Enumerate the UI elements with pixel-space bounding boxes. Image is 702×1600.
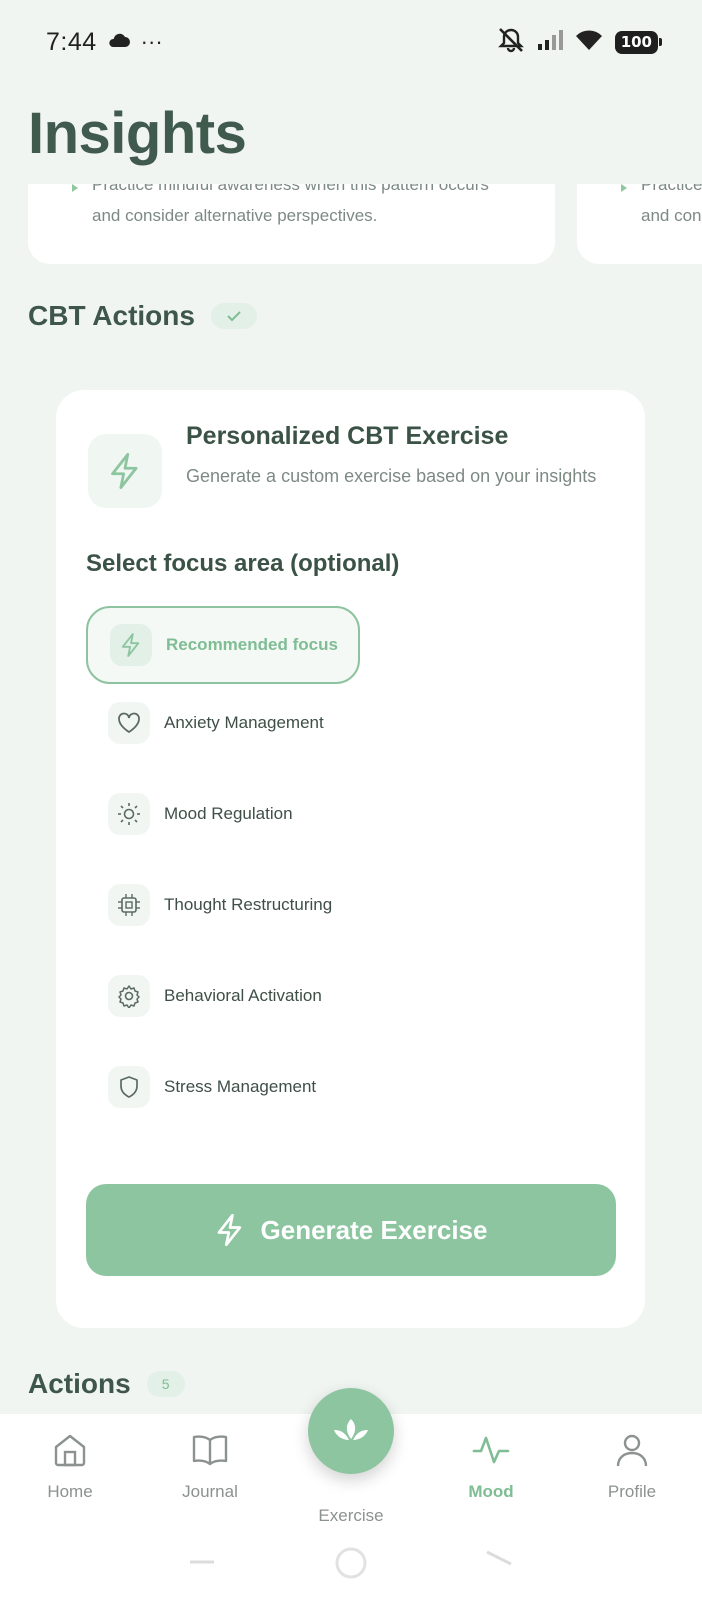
insight-text: and con bbox=[641, 206, 702, 225]
nav-journal[interactable]: Journal bbox=[150, 1432, 270, 1502]
insight-card[interactable]: Practice and con bbox=[577, 184, 702, 264]
home-icon bbox=[54, 1434, 86, 1467]
silent-mode-icon bbox=[497, 27, 525, 58]
home-gesture-icon[interactable] bbox=[334, 1546, 368, 1580]
actions-heading: Actions 5 bbox=[28, 1368, 185, 1400]
status-bar: 7:44 ··· 100 bbox=[0, 0, 702, 84]
nav-label: Home bbox=[47, 1482, 93, 1501]
chip-icon bbox=[108, 884, 150, 926]
lightning-icon bbox=[111, 453, 138, 489]
focus-option-label: Behavioral Activation bbox=[164, 986, 322, 1005]
wifi-icon bbox=[575, 29, 603, 56]
focus-option-stress[interactable]: Stress Management bbox=[86, 1048, 366, 1126]
section-title: Actions bbox=[28, 1368, 131, 1399]
gear-icon bbox=[108, 975, 150, 1017]
focus-heading: Select focus area (optional) bbox=[86, 550, 400, 577]
sun-icon bbox=[108, 793, 150, 835]
check-badge bbox=[210, 303, 257, 329]
nav-mood[interactable]: Mood bbox=[431, 1432, 551, 1502]
user-icon bbox=[616, 1434, 648, 1467]
insight-text-partial: Practice bbox=[641, 184, 702, 194]
nav-home[interactable]: Home bbox=[10, 1432, 130, 1502]
battery-indicator: 100 bbox=[614, 30, 663, 54]
cbt-exercise-card: Personalized CBT Exercise Generate a cus… bbox=[56, 390, 645, 1328]
activity-icon bbox=[472, 1436, 510, 1464]
signal-icon bbox=[537, 29, 563, 56]
focus-option-label: Recommended focus bbox=[166, 635, 338, 654]
status-right: 100 bbox=[497, 27, 663, 58]
heart-icon bbox=[108, 702, 150, 744]
shield-icon bbox=[108, 1066, 150, 1108]
recents-gesture-icon[interactable] bbox=[188, 1546, 216, 1566]
lightning-icon bbox=[110, 624, 152, 666]
generate-exercise-button[interactable]: Generate Exercise bbox=[86, 1184, 616, 1276]
cbt-actions-heading: CBT Actions bbox=[28, 300, 257, 332]
nav-profile[interactable]: Profile bbox=[572, 1432, 692, 1502]
bottom-nav: Home Journal Exercise Mood Profile bbox=[0, 1388, 702, 1600]
nav-label: Profile bbox=[607, 1482, 657, 1501]
focus-option-mood[interactable]: Mood Regulation bbox=[86, 775, 366, 853]
focus-option-label: Stress Management bbox=[164, 1077, 317, 1096]
nav-label: Journal bbox=[182, 1482, 238, 1501]
lightning-icon bbox=[217, 1214, 241, 1246]
exercise-icon-box bbox=[88, 434, 162, 508]
nav-label: Mood bbox=[468, 1482, 514, 1501]
generate-exercise-label: Generate Exercise bbox=[260, 1214, 488, 1245]
insight-text: and consider alternative perspectives. bbox=[92, 206, 378, 225]
book-icon bbox=[192, 1435, 228, 1466]
exercise-title: Personalized CBT Exercise bbox=[186, 422, 509, 450]
insight-text-partial: Practice mindful awareness when this pat… bbox=[92, 184, 489, 194]
count-badge: 5 bbox=[146, 1371, 185, 1397]
focus-option-anxiety[interactable]: Anxiety Management bbox=[86, 684, 366, 762]
back-gesture-icon[interactable] bbox=[484, 1546, 514, 1570]
focus-option-label: Anxiety Management bbox=[164, 713, 324, 732]
more-icon: ··· bbox=[140, 29, 163, 54]
bullet-icon bbox=[72, 184, 78, 192]
nav-exercise-button[interactable] bbox=[308, 1388, 394, 1474]
focus-option-thought[interactable]: Thought Restructuring bbox=[86, 866, 366, 944]
section-title: CBT Actions bbox=[28, 300, 195, 331]
focus-option-label: Thought Restructuring bbox=[164, 895, 333, 914]
check-icon bbox=[227, 311, 241, 322]
status-left: 7:44 ··· bbox=[46, 28, 163, 57]
cloud-icon bbox=[107, 32, 131, 53]
page-title: Insights bbox=[28, 101, 247, 166]
focus-option-recommended[interactable]: Recommended focus bbox=[86, 606, 360, 684]
focus-option-behavioral[interactable]: Behavioral Activation bbox=[86, 957, 366, 1035]
bullet-icon bbox=[621, 184, 627, 192]
exercise-description: Generate a custom exercise based on your… bbox=[186, 466, 597, 486]
focus-option-label: Mood Regulation bbox=[164, 804, 293, 823]
nav-label: Exercise bbox=[318, 1506, 384, 1525]
status-time: 7:44 bbox=[46, 27, 97, 56]
lotus-icon bbox=[334, 1419, 368, 1440]
insight-card[interactable]: Practice mindful awareness when this pat… bbox=[28, 184, 555, 264]
